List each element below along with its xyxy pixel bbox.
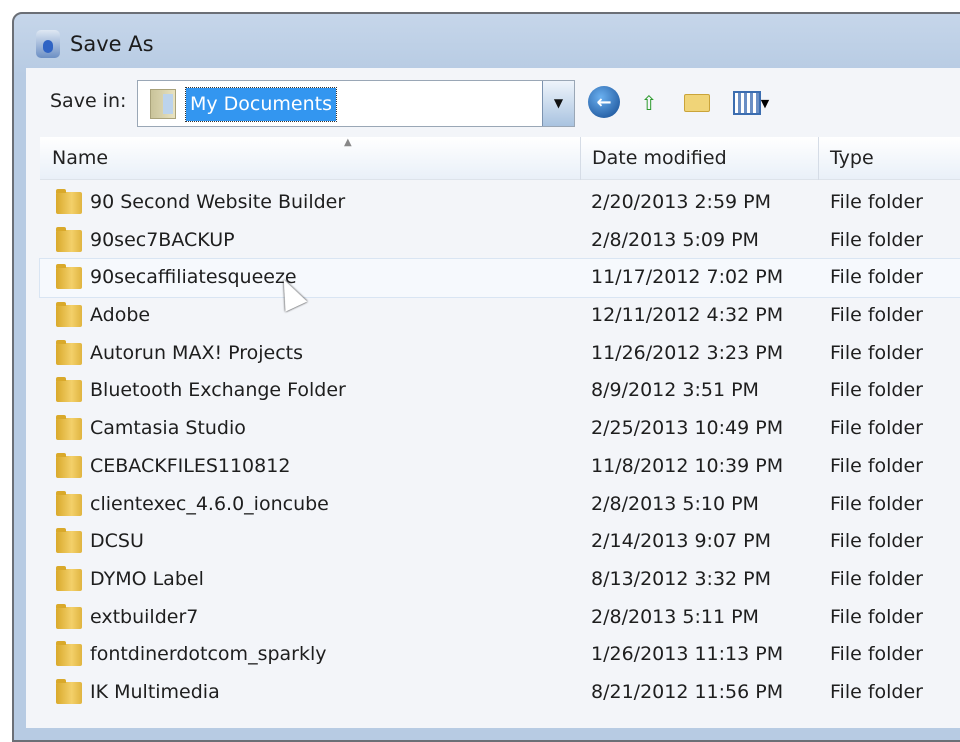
file-name: Bluetooth Exchange Folder xyxy=(90,379,346,402)
file-name: 90secaffiliatesqueeze xyxy=(90,266,297,289)
file-date: 2/8/2013 5:09 PM xyxy=(591,228,759,251)
file-date: 11/8/2012 10:39 PM xyxy=(591,454,784,477)
file-type: File folder xyxy=(830,191,923,213)
file-name: clientexec_4.6.0_ioncube xyxy=(90,492,329,515)
file-type: File folder xyxy=(830,304,923,327)
folder-icon xyxy=(56,339,82,365)
file-date: 2/14/2013 9:07 PM xyxy=(591,530,772,553)
file-type: File folder xyxy=(830,530,923,553)
file-name: Adobe xyxy=(90,304,151,327)
folder-icon xyxy=(56,415,82,441)
file-row[interactable]: CEBACKFILES110812 11/8/2012 10:39 PM Fil… xyxy=(40,448,960,486)
view-menu-icon[interactable]: ▼ xyxy=(725,86,777,120)
folder-icon xyxy=(56,452,82,478)
file-row[interactable]: Bluetooth Exchange Folder 8/9/2012 3:51 … xyxy=(40,372,960,410)
file-row[interactable]: Autorun MAX! Projects 11/26/2012 3:23 PM… xyxy=(40,335,960,373)
file-name: Camtasia Studio xyxy=(90,417,246,440)
file-type: File folder xyxy=(830,492,923,515)
file-name: DCSU xyxy=(90,530,144,553)
file-date: 2/8/2013 5:10 PM xyxy=(591,492,759,515)
column-header: Name ▲ Date modified Type xyxy=(40,137,960,180)
folder-icon xyxy=(56,678,82,704)
back-icon[interactable]: ← xyxy=(588,86,620,118)
file-date: 12/11/2012 4:32 PM xyxy=(591,304,784,327)
file-name: CEBACKFILES110812 xyxy=(90,454,291,477)
file-name: DYMO Label xyxy=(90,567,204,590)
sort-arrow-icon: ▲ xyxy=(344,137,352,148)
documents-folder-icon xyxy=(150,89,176,119)
file-type: File folder xyxy=(830,567,923,590)
file-row[interactable]: Adobe 12/11/2012 4:32 PM File folder xyxy=(40,297,960,335)
new-folder-icon[interactable] xyxy=(680,86,714,120)
file-type: File folder xyxy=(830,643,923,666)
file-type: File folder xyxy=(830,379,923,402)
folder-icon xyxy=(56,603,82,629)
file-name: 90sec7BACKUP xyxy=(90,228,235,251)
folder-icon xyxy=(56,264,82,290)
file-row[interactable]: Camtasia Studio 2/25/2013 10:49 PM File … xyxy=(40,410,960,448)
file-date: 2/25/2013 10:49 PM xyxy=(591,417,784,440)
file-type: File folder xyxy=(830,341,923,364)
file-row[interactable]: DYMO Label 8/13/2012 3:32 PM File folder xyxy=(40,561,960,599)
app-icon xyxy=(36,30,60,58)
folder-icon xyxy=(56,226,82,252)
window-title: Save As xyxy=(70,32,154,56)
file-date: 2/8/2013 5:11 PM xyxy=(591,605,759,628)
location-value[interactable]: My Documents xyxy=(184,87,338,122)
file-row[interactable]: extbuilder7 2/8/2013 5:11 PM File folder xyxy=(40,599,960,637)
folder-icon xyxy=(56,189,82,214)
file-row[interactable]: 90sec7BACKUP 2/8/2013 5:09 PM File folde… xyxy=(40,222,960,260)
folder-icon xyxy=(56,528,82,554)
column-divider[interactable] xyxy=(818,137,819,180)
save-in-combobox[interactable]: My Documents ▼ xyxy=(137,80,575,127)
file-date: 8/21/2012 11:56 PM xyxy=(591,680,784,703)
file-date: 2/20/2013 2:59 PM xyxy=(591,191,772,213)
file-list: 90 Second Website Builder 2/20/2013 2:59… xyxy=(39,184,960,712)
dropdown-arrow-icon[interactable]: ▼ xyxy=(542,81,574,126)
folder-icon xyxy=(56,377,82,403)
file-row[interactable]: 90secaffiliatesqueeze 11/17/2012 7:02 PM… xyxy=(39,258,960,299)
file-name: Autorun MAX! Projects xyxy=(90,341,304,364)
file-name: 90 Second Website Builder xyxy=(90,191,346,213)
file-row[interactable]: 90 Second Website Builder 2/20/2013 2:59… xyxy=(40,184,960,222)
folder-icon xyxy=(56,490,82,516)
file-row[interactable]: DCSU 2/14/2013 9:07 PM File folder xyxy=(40,523,960,561)
file-date: 8/9/2012 3:51 PM xyxy=(591,379,759,402)
file-row[interactable]: IK Multimedia 8/21/2012 11:56 PM File fo… xyxy=(40,674,960,712)
file-date: 8/13/2012 3:32 PM xyxy=(591,567,772,590)
file-name: fontdinerdotcom_sparkly xyxy=(90,643,327,666)
file-date: 1/26/2013 11:13 PM xyxy=(591,643,784,666)
file-type: File folder xyxy=(830,266,923,289)
file-name: IK Multimedia xyxy=(90,680,220,703)
folder-icon xyxy=(56,565,82,591)
save-in-label: Save in: xyxy=(50,90,127,112)
column-type[interactable]: Type xyxy=(830,137,874,180)
column-name[interactable]: Name xyxy=(52,137,108,180)
title-bar: Save As xyxy=(36,30,154,58)
file-type: File folder xyxy=(830,417,923,440)
column-divider[interactable] xyxy=(580,137,581,180)
file-type: File folder xyxy=(830,454,923,477)
column-date[interactable]: Date modified xyxy=(592,137,727,180)
folder-icon xyxy=(56,641,82,667)
up-folder-icon[interactable]: ⇧ xyxy=(633,86,665,120)
file-type: File folder xyxy=(830,680,923,703)
file-name: extbuilder7 xyxy=(90,605,199,628)
folder-icon xyxy=(56,302,82,328)
file-row[interactable]: fontdinerdotcom_sparkly 1/26/2013 11:13 … xyxy=(40,636,960,674)
file-type: File folder xyxy=(830,605,923,628)
file-type: File folder xyxy=(830,228,923,251)
file-row[interactable]: clientexec_4.6.0_ioncube 2/8/2013 5:10 P… xyxy=(40,486,960,524)
file-date: 11/17/2012 7:02 PM xyxy=(591,266,784,289)
file-date: 11/26/2012 3:23 PM xyxy=(591,341,784,364)
